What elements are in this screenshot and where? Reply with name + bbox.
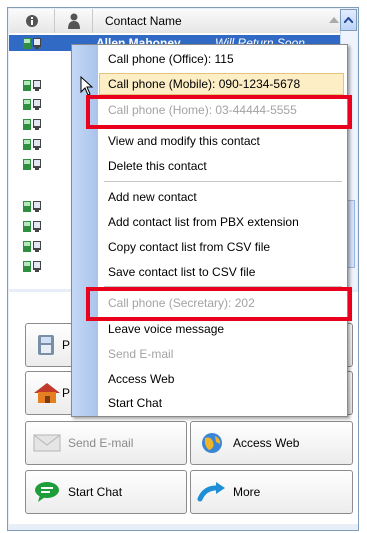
call-phone-button[interactable]: P [25,323,75,367]
presence-icon [23,200,41,216]
phone-icon [38,335,54,355]
more-button[interactable]: More [190,470,353,514]
mouse-cursor-icon [80,76,94,96]
call-home-button[interactable]: P [25,371,75,415]
access-web-button-label: Access Web [233,436,300,450]
menu-item-start-chat[interactable]: Start Chat [108,392,162,414]
presence-icon [23,138,41,154]
menu-item-copy-from-csv[interactable]: Copy contact list from CSV file [108,236,270,258]
presence-icon [23,220,41,236]
call-phone-button-label: P [62,338,71,352]
menu-item-leave-voice-message[interactable]: Leave voice message [108,318,224,340]
list-header: Contact Name [9,9,349,34]
home-icon [34,383,60,403]
presence-icon [23,98,41,114]
highlight-box-secretary [86,287,352,321]
presence-icon [23,79,41,95]
access-web-button[interactable]: Access Web [190,421,353,465]
envelope-icon [33,434,61,452]
call-home-button-label: P [62,386,71,400]
scroll-up-button[interactable] [340,9,357,31]
menu-separator [104,181,342,182]
send-email-button[interactable]: Send E-mail [25,421,187,465]
globe-icon [202,433,222,453]
highlight-box-home [86,95,352,129]
presence-icon [23,118,41,134]
more-button-label: More [233,485,261,499]
start-chat-button-label: Start Chat [68,485,123,499]
start-chat-button[interactable]: Start Chat [25,470,187,514]
contact-name-column-header[interactable]: Contact Name [105,9,182,33]
person-icon [67,13,80,29]
presence-icon [23,37,41,53]
info-column-header[interactable] [9,9,55,33]
chat-bubble-icon [35,482,59,502]
menu-item-add-new-contact[interactable]: Add new contact [108,186,197,208]
menu-item-access-web[interactable]: Access Web [108,368,174,390]
person-column-header[interactable] [55,9,93,33]
menu-item-view-modify-contact[interactable]: View and modify this contact [108,130,260,152]
presence-icon [23,240,41,256]
presence-icon [23,260,41,276]
send-email-button-label: Send E-mail [68,436,134,450]
info-icon [25,15,38,27]
menu-item-call-office[interactable]: Call phone (Office): 115 [108,48,234,70]
chevron-up-icon [344,17,353,23]
sort-ascending-icon [329,17,339,23]
menu-item-call-mobile[interactable]: Call phone (Mobile): 090-1234-5678 [108,73,300,95]
menu-item-add-from-pbx[interactable]: Add contact list from PBX extension [108,211,299,233]
menu-item-save-to-csv[interactable]: Save contact list to CSV file [108,261,255,283]
curved-arrow-icon [197,482,225,502]
menu-item-send-email[interactable]: Send E-mail [108,343,173,365]
presence-icon [23,158,41,174]
menu-item-delete-contact[interactable]: Delete this contact [108,155,207,177]
